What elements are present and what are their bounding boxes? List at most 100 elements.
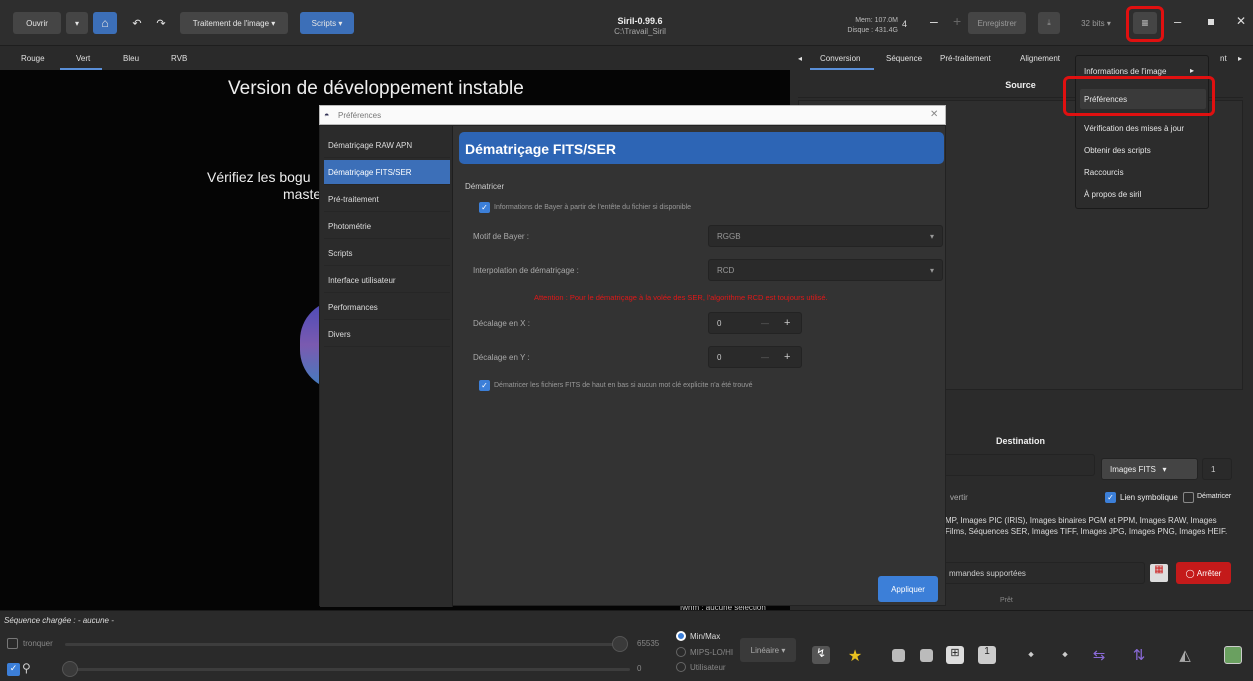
bayer-header-checkbox[interactable]: ✓	[479, 202, 490, 213]
bayer-pattern-select[interactable]: RGGB ▾	[708, 225, 943, 247]
flip-fits-checkbox[interactable]: ✓	[479, 380, 490, 391]
interpolation-select[interactable]: RCD ▾	[708, 259, 943, 281]
plus-icon[interactable]: +	[784, 351, 790, 363]
flip-horizontal-icon[interactable]: ⇆	[1090, 646, 1108, 664]
menu-item-image-info[interactable]: Informations de l'image	[1084, 67, 1166, 76]
preferences-sidebar: Dématriçage RAW APN Dématriçage FITS/SER…	[320, 126, 453, 607]
tab-partial[interactable]: nt	[1220, 54, 1227, 63]
thread-count[interactable]: 4	[902, 19, 907, 29]
output-format-label: Images FITS	[1110, 464, 1156, 474]
app-title: Siril-0.99.6	[617, 16, 663, 26]
mips-label: MIPS-LO/HI	[690, 648, 734, 657]
save-button[interactable]: Enregistrer	[968, 12, 1026, 34]
flip-vertical-icon[interactable]: ⇅	[1130, 646, 1148, 664]
siril-icon: ◓	[324, 110, 330, 120]
demosaic-label: Dématricer	[1197, 493, 1232, 500]
truncate-checkbox[interactable]	[7, 638, 18, 649]
minus-icon[interactable]: —	[761, 353, 769, 362]
undo-icon[interactable]: ↶	[126, 12, 148, 34]
redo-icon[interactable]: ↷	[150, 12, 172, 34]
photo-icon[interactable]	[1224, 646, 1242, 664]
output-format-select[interactable]: Images FITS ▾	[1101, 458, 1198, 480]
offset-y-spinner[interactable]: 0 — +	[708, 346, 802, 368]
rotate-icon[interactable]: ⬩	[1022, 646, 1040, 664]
bit-depth-dropdown[interactable]: 32 bits ▾	[1072, 12, 1120, 34]
apply-button[interactable]: Appliquer	[878, 576, 938, 602]
stop-button[interactable]: ◯ Arrêter	[1176, 562, 1231, 584]
camera-icon[interactable]	[920, 649, 933, 662]
minmax-radio[interactable]	[676, 631, 686, 641]
chat-icon[interactable]	[892, 649, 905, 662]
home-icon[interactable]: ⌂	[93, 12, 117, 34]
image-processing-label: Traitement de l'image	[192, 18, 270, 28]
offset-x-spinner[interactable]: 0 — +	[708, 312, 802, 334]
tab-sequence[interactable]: Séquence	[886, 54, 922, 63]
menu-item-get-scripts[interactable]: Obtenir des scripts	[1084, 146, 1151, 155]
sidebar-item-misc[interactable]: Divers	[324, 322, 450, 347]
sidebar-item-fits-debayer[interactable]: Dématriçage FITS/SER	[324, 160, 450, 185]
plus-icon[interactable]: +	[953, 13, 961, 29]
tab-preprocessing[interactable]: Pré-traitement	[940, 54, 991, 63]
mips-radio[interactable]	[676, 647, 686, 657]
demosaic-checkbox[interactable]	[1183, 492, 1194, 503]
maximize-icon[interactable]	[1208, 19, 1214, 25]
sidebar-item-scripts[interactable]: Scripts	[324, 241, 450, 266]
single-view-icon[interactable]: 1	[978, 646, 996, 664]
open-dropdown-button[interactable]: ▾	[66, 12, 88, 34]
convert-label[interactable]: vertir	[950, 493, 968, 502]
max-value: 65535	[637, 639, 660, 648]
download-icon[interactable]: ⤓	[1038, 12, 1060, 34]
tabs-next-icon[interactable]: ▸	[1238, 54, 1242, 63]
image-processing-menu[interactable]: Traitement de l'image ▾	[180, 12, 288, 34]
scripts-menu[interactable]: Scripts ▾	[300, 12, 354, 34]
scale-label: Linéaire	[750, 645, 780, 655]
star-icon[interactable]: ★	[846, 646, 864, 665]
minimize-icon[interactable]: –	[1174, 14, 1181, 29]
min-slider-handle[interactable]	[62, 661, 78, 677]
user-radio[interactable]	[676, 662, 686, 672]
menu-item-about[interactable]: À propos de siril	[1084, 190, 1141, 199]
scale-select[interactable]: Linéaire ▾	[740, 638, 796, 662]
dev-version-title: Version de développement instable	[228, 78, 524, 99]
minus-icon[interactable]: –	[930, 13, 938, 29]
sidebar-item-performance[interactable]: Performances	[324, 295, 450, 320]
disk-usage: Disque : 431.4G	[847, 27, 898, 34]
tabs-prev-icon[interactable]: ◂	[798, 54, 802, 63]
destination-name-input[interactable]	[940, 454, 1095, 476]
close-icon[interactable]: ✕	[1236, 14, 1246, 28]
minmax-label: Min/Max	[690, 632, 721, 641]
formats-text-2: Films, Séquences SER, Images TIFF, Image…	[945, 527, 1228, 536]
histogram-icon[interactable]: ◭	[1176, 646, 1194, 664]
dialog-close-icon[interactable]: ✕	[930, 109, 938, 120]
link-checkbox[interactable]: ✓	[7, 663, 20, 676]
sidebar-item-ui[interactable]: Interface utilisateur	[324, 268, 450, 293]
sidebar-item-preprocessing[interactable]: Pré-traitement	[324, 187, 450, 212]
max-slider-handle[interactable]	[612, 636, 628, 652]
start-index-input[interactable]: 1	[1202, 458, 1232, 480]
sidebar-item-raw-debayer[interactable]: Dématriçage RAW APN	[324, 133, 450, 158]
calendar-icon[interactable]: ▦	[1150, 564, 1168, 582]
rotate-alt-icon[interactable]: ⬩	[1056, 646, 1074, 664]
sidebar-item-photometry[interactable]: Photométrie	[324, 214, 450, 239]
highlight-box-preferences	[1063, 76, 1215, 116]
tab-green[interactable]: Vert	[76, 54, 90, 63]
command-input[interactable]: mmandes supportées	[940, 562, 1145, 584]
menu-item-check-updates[interactable]: Vérification des mises à jour	[1084, 124, 1184, 133]
link-icon[interactable]: ⚲	[22, 661, 31, 675]
plus-icon[interactable]: +	[784, 317, 790, 329]
symlink-checkbox[interactable]: ✓	[1105, 492, 1116, 503]
max-slider-track[interactable]	[65, 643, 625, 646]
tab-red[interactable]: Rouge	[21, 54, 45, 63]
color-saturation-icon[interactable]: ↯	[812, 646, 830, 664]
minus-icon[interactable]: —	[761, 319, 769, 328]
menu-item-shortcuts[interactable]: Raccourcis	[1084, 168, 1124, 177]
tab-registration[interactable]: Alignement	[1020, 54, 1060, 63]
grid-view-icon[interactable]: ⊞	[946, 646, 964, 664]
memory-usage: Mem: 107.0M	[855, 17, 898, 24]
tab-rgb[interactable]: RVB	[171, 54, 187, 63]
tab-blue[interactable]: Bleu	[123, 54, 139, 63]
min-slider-track[interactable]	[75, 668, 630, 671]
chevron-down-icon: ▾	[929, 231, 934, 241]
tab-conversion[interactable]: Conversion	[820, 54, 860, 63]
open-button[interactable]: Ouvrir	[13, 12, 61, 34]
